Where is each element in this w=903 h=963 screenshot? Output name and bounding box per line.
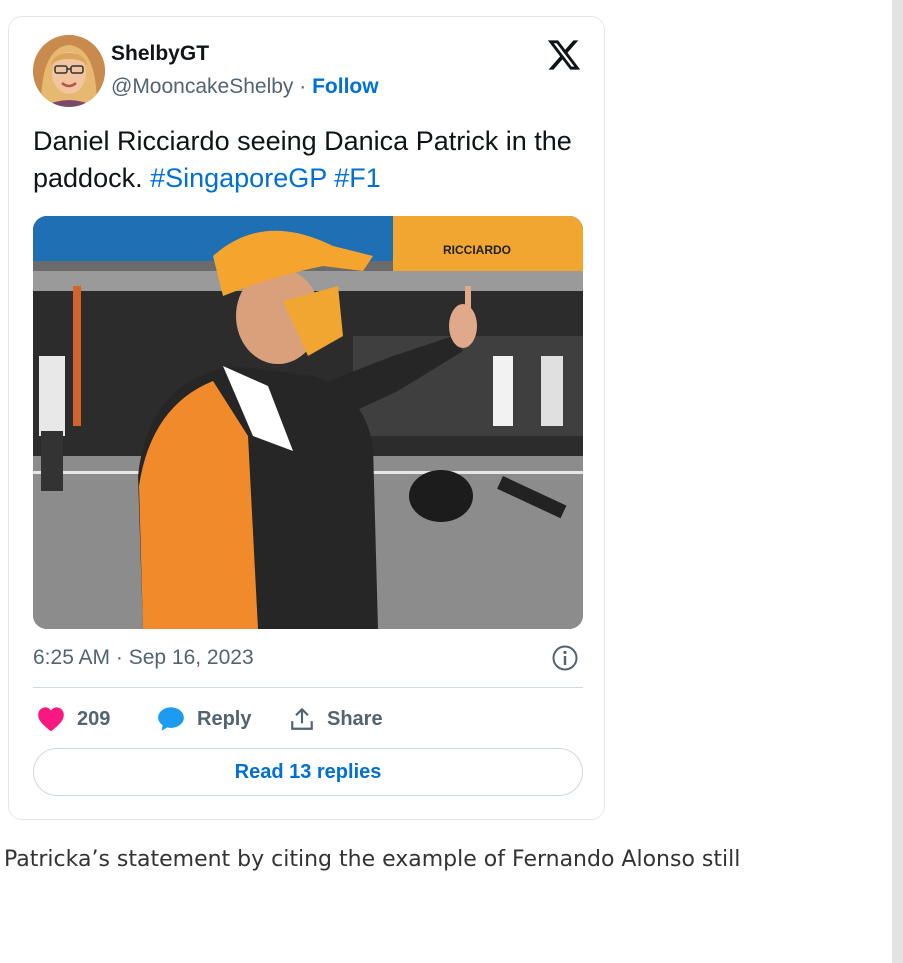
- heart-icon: [37, 706, 65, 732]
- sponsor-sign: RICCIARDO: [443, 243, 511, 257]
- tweet-text: Daniel Ricciardo seeing Danica Patrick i…: [33, 123, 593, 197]
- author-handle[interactable]: @MooncakeShelby: [111, 75, 293, 98]
- divider: [33, 687, 583, 688]
- reply-label: Reply: [197, 707, 252, 730]
- info-icon[interactable]: [551, 644, 579, 672]
- follow-link[interactable]: Follow: [312, 75, 379, 98]
- like-count: 209: [77, 707, 111, 730]
- reply-button[interactable]: Reply: [157, 706, 251, 732]
- read-replies-label: Read 13 replies: [234, 760, 382, 783]
- embedded-tweet-card: ShelbyGT @MooncakeShelby · Follow Daniel…: [8, 16, 605, 820]
- share-button[interactable]: Share: [289, 706, 383, 732]
- author-handle-line: @MooncakeShelby · Follow: [111, 75, 379, 99]
- hashtag-singaporegp[interactable]: #SingaporeGP: [150, 163, 327, 193]
- read-replies-button[interactable]: Read 13 replies: [33, 748, 583, 796]
- handle-separator: ·: [293, 75, 313, 98]
- tweet-timestamp[interactable]: 6:25 AM · Sep 16, 2023: [33, 646, 254, 670]
- like-button[interactable]: 209: [37, 706, 110, 732]
- speech-bubble-icon: [157, 706, 185, 732]
- avatar-photo: [33, 35, 105, 107]
- page-scrollbar[interactable]: [892, 0, 903, 963]
- share-upload-icon: [289, 706, 315, 732]
- hashtag-f1[interactable]: #F1: [334, 163, 381, 193]
- author-avatar[interactable]: [33, 35, 105, 107]
- author-name[interactable]: ShelbyGT: [111, 42, 209, 66]
- article-paragraph: Patricka’s statement by citing the examp…: [4, 847, 741, 872]
- x-logo-icon[interactable]: [546, 37, 582, 73]
- tweet-media-image[interactable]: RICCIARDO: [33, 216, 583, 629]
- paddock-photo: RICCIARDO: [33, 216, 583, 629]
- share-label: Share: [327, 707, 383, 730]
